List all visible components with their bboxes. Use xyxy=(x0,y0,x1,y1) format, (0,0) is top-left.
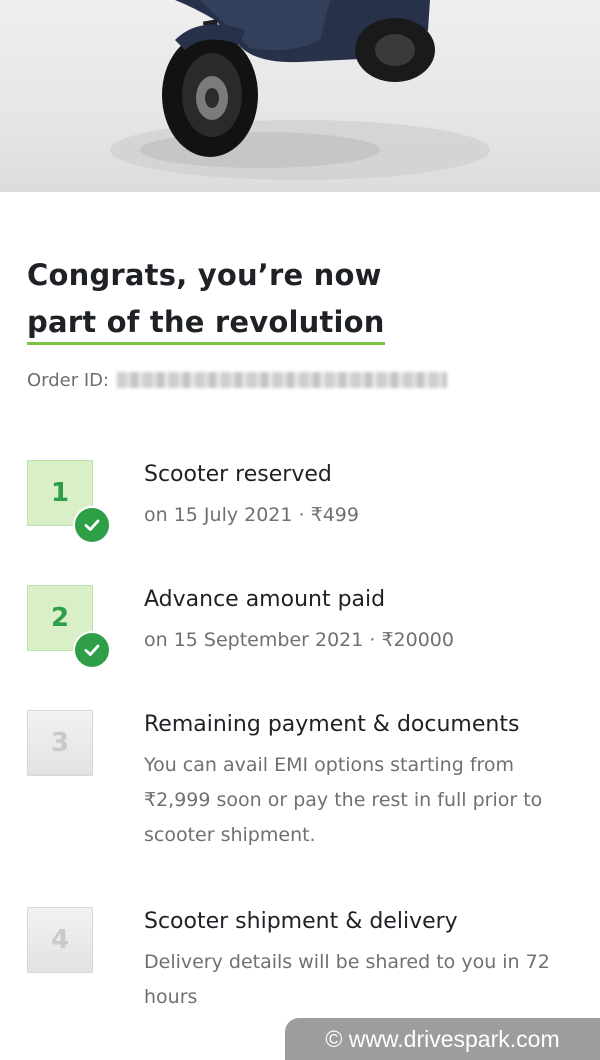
step-title: Advance amount paid xyxy=(144,587,386,612)
scooter-hero-image xyxy=(0,0,600,192)
step-subtitle: Delivery details will be shared to you i… xyxy=(144,951,550,1008)
order-id-value-redacted xyxy=(117,372,448,388)
scooter-illustration xyxy=(110,0,490,180)
order-id-label: Order ID: xyxy=(27,369,110,391)
step-title: Scooter reserved xyxy=(144,462,332,487)
order-id-row: Order ID: xyxy=(27,366,448,394)
headline-line-2: part of the revolution xyxy=(27,303,385,345)
step-subtitle: on 15 September 2021 · ₹20000 xyxy=(144,629,454,651)
step-title: Remaining payment & documents xyxy=(144,712,520,737)
check-circle-icon xyxy=(73,506,111,544)
step-title: Scooter shipment & delivery xyxy=(144,909,458,934)
congrats-headline: Congrats, you’re now part of the revolut… xyxy=(27,252,385,346)
step-subtitle: on 15 July 2021 · ₹499 xyxy=(144,504,359,526)
watermark: © www.drivespark.com xyxy=(285,1018,600,1060)
step-number-badge: 4 xyxy=(27,907,93,973)
step-subtitle: You can avail EMI options starting from … xyxy=(144,754,543,846)
headline-line-1: Congrats, you’re now xyxy=(27,258,382,292)
check-circle-icon xyxy=(73,631,111,669)
step-number-badge: 3 xyxy=(27,710,93,776)
